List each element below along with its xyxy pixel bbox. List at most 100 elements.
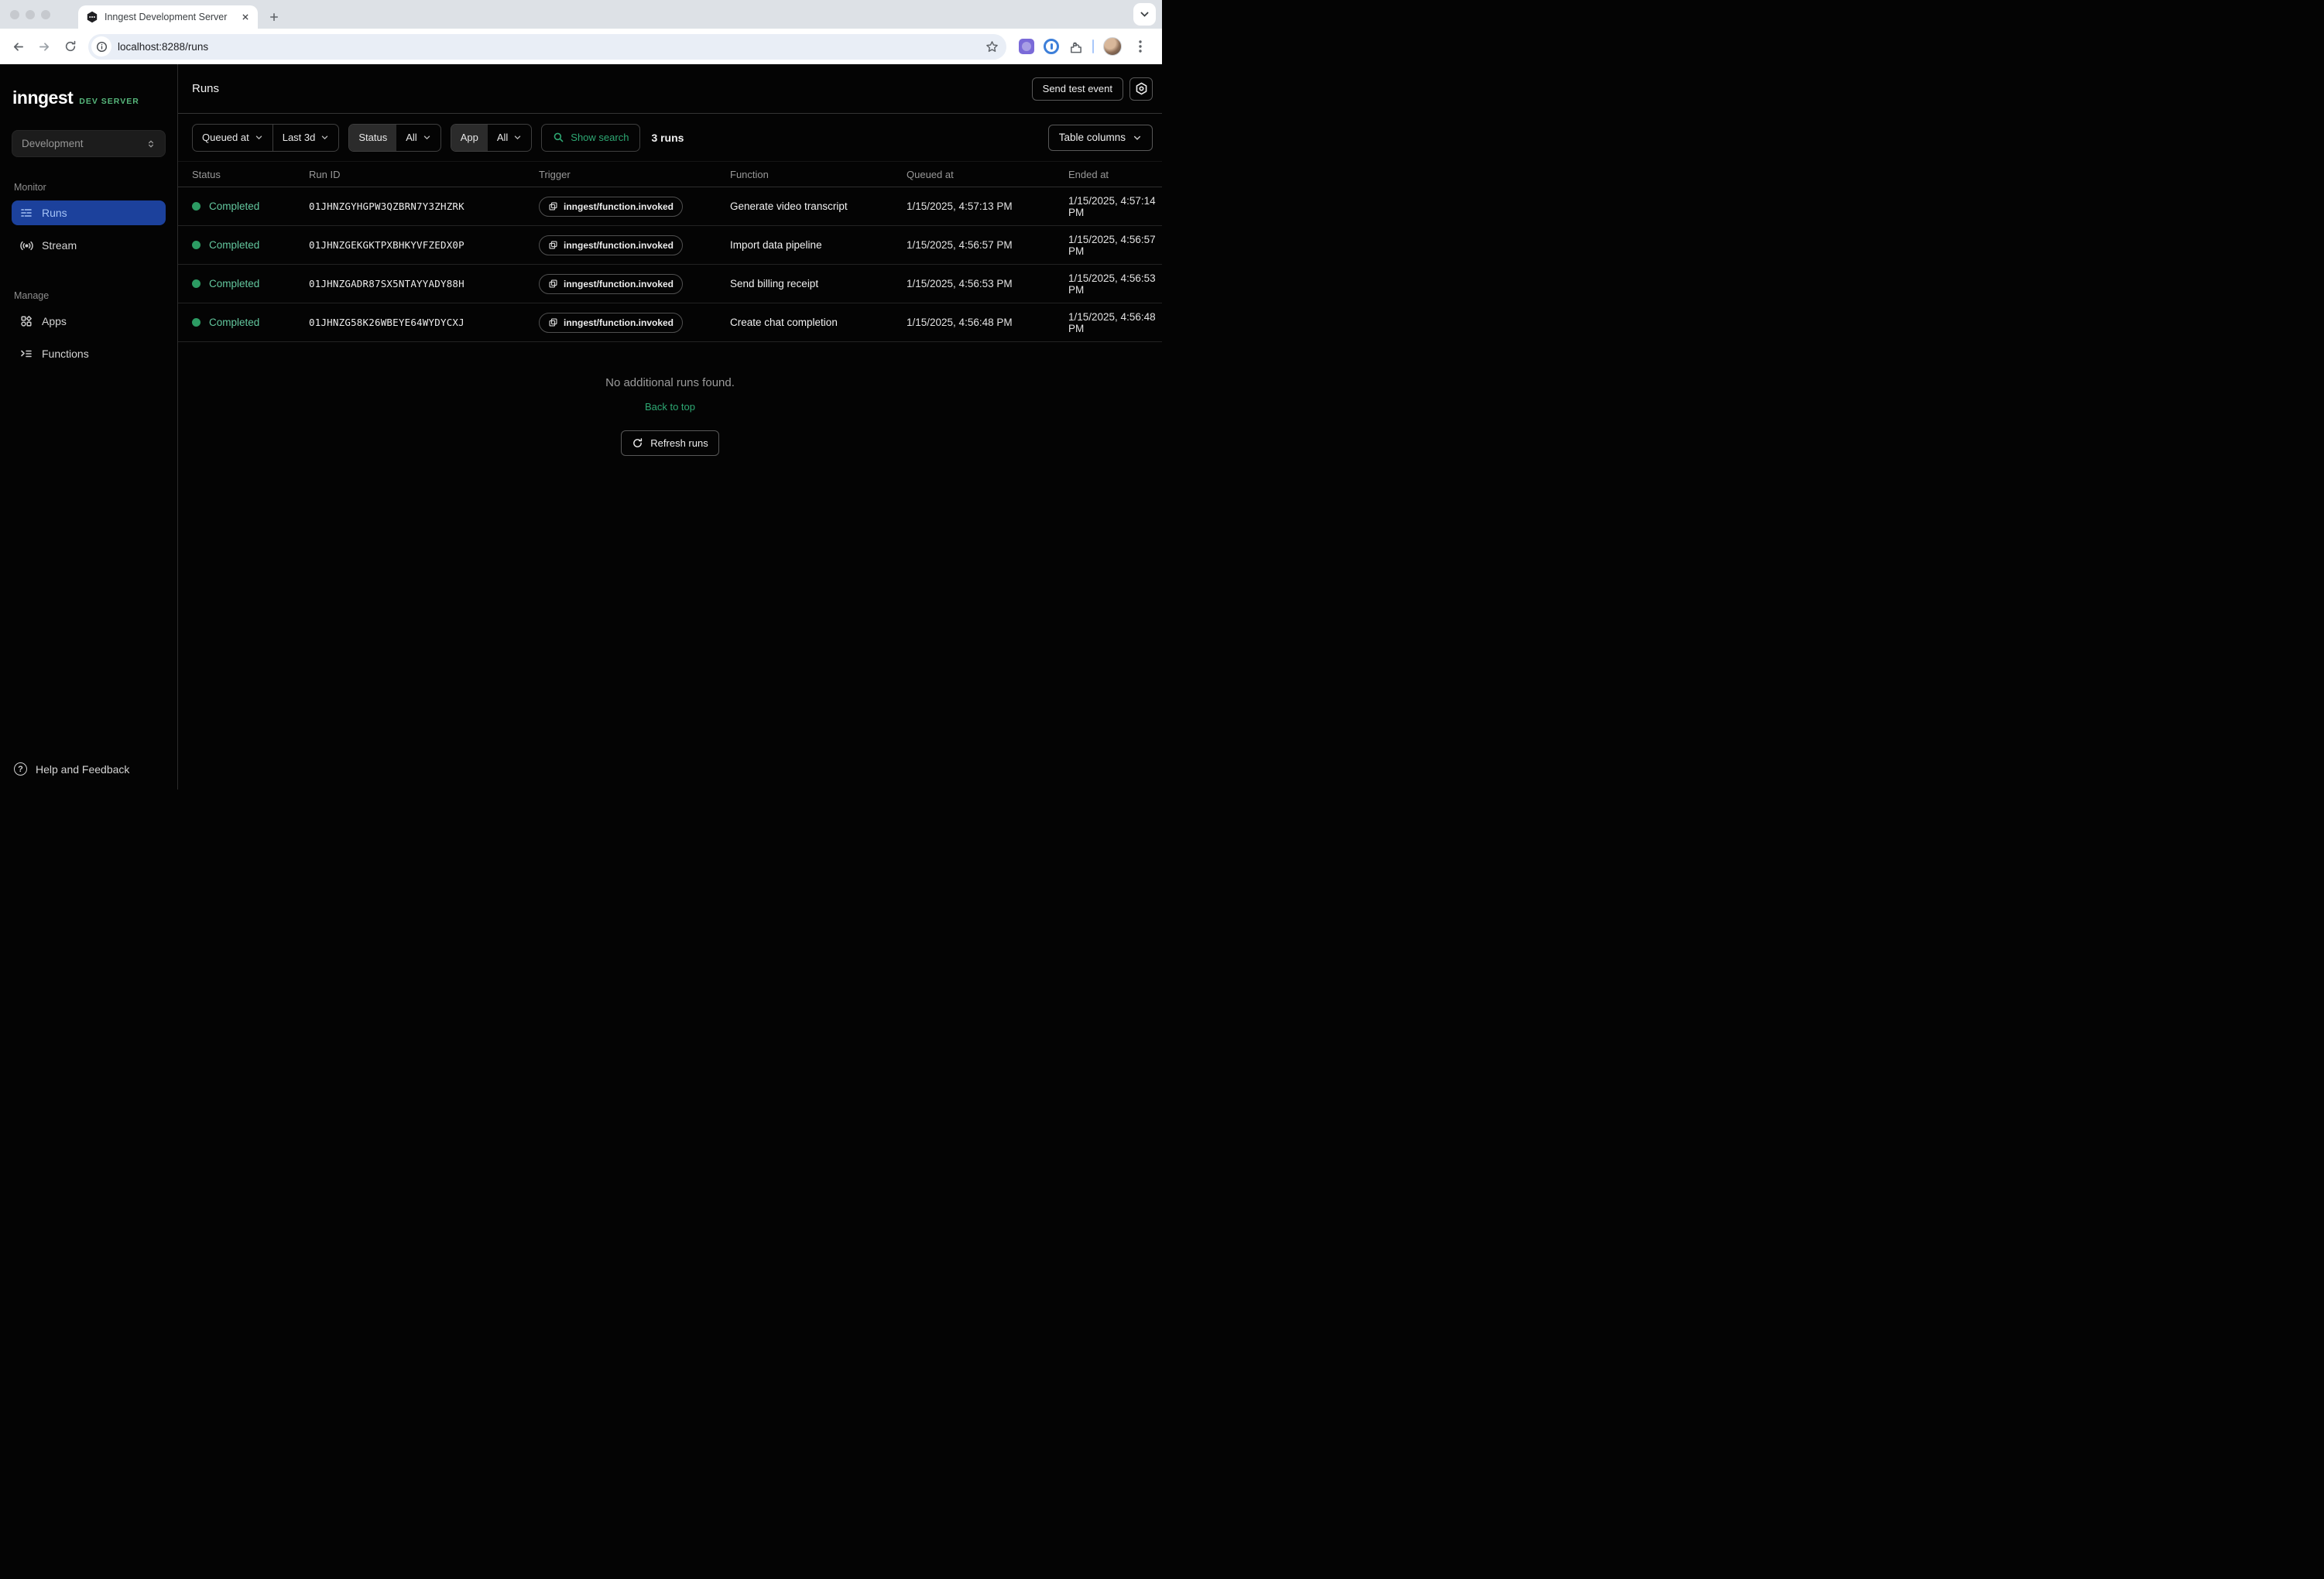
status-badge: Completed bbox=[209, 239, 259, 251]
status-badge: Completed bbox=[209, 278, 259, 289]
sidebar-item-runs[interactable]: Runs bbox=[12, 200, 166, 225]
trigger-name: inngest/function.invoked bbox=[564, 279, 674, 289]
table-row[interactable]: Completed 01JHNZG58K26WBEYE64WYDYCXJ inn… bbox=[178, 303, 1162, 342]
app-filter-value: All bbox=[497, 132, 508, 143]
trigger-badge[interactable]: inngest/function.invoked bbox=[539, 313, 683, 333]
column-header-run-id: Run ID bbox=[309, 169, 539, 180]
refresh-runs-button[interactable]: Refresh runs bbox=[621, 430, 718, 456]
trigger-badge[interactable]: inngest/function.invoked bbox=[539, 235, 683, 255]
password-manager-icon[interactable] bbox=[1044, 39, 1059, 54]
time-filter[interactable]: Queued at Last 3d bbox=[192, 124, 339, 152]
window-close-button[interactable] bbox=[10, 10, 19, 19]
site-info-icon[interactable] bbox=[91, 36, 111, 57]
run-count: 3 runs bbox=[651, 132, 684, 144]
refresh-icon bbox=[632, 437, 643, 449]
page-header: Runs Send test event bbox=[178, 64, 1162, 114]
bookmark-star-icon[interactable] bbox=[985, 40, 999, 53]
help-and-feedback[interactable]: Help and Feedback bbox=[12, 762, 166, 776]
inngest-logo: inngest bbox=[12, 87, 73, 108]
chevron-down-icon bbox=[513, 133, 522, 142]
status-filter-dropdown[interactable]: All bbox=[396, 125, 440, 151]
reload-button[interactable] bbox=[59, 35, 82, 58]
trigger-badge[interactable]: inngest/function.invoked bbox=[539, 274, 683, 294]
app-filter-dropdown[interactable]: All bbox=[488, 125, 531, 151]
ended-at-timestamp: 1/15/2025, 4:56:57 PM bbox=[1068, 234, 1162, 257]
show-search-button[interactable]: Show search bbox=[541, 124, 640, 152]
extension-icons bbox=[1014, 37, 1154, 56]
run-id[interactable]: 01JHNZGEKGKTPXBHKYVFZEDX0P bbox=[309, 239, 539, 251]
chevrons-updown-icon bbox=[146, 139, 156, 149]
sidebar-item-stream[interactable]: Stream bbox=[12, 233, 166, 258]
run-id[interactable]: 01JHNZG58K26WBEYE64WYDYCXJ bbox=[309, 317, 539, 328]
browser-menu-icon[interactable] bbox=[1131, 40, 1150, 53]
window-minimize-button[interactable] bbox=[26, 10, 35, 19]
status-dot-completed bbox=[192, 241, 201, 249]
status-badge: Completed bbox=[209, 317, 259, 328]
run-id[interactable]: 01JHNZGADR87SX5NTAYYADY88H bbox=[309, 278, 539, 289]
status-filter[interactable]: Status All bbox=[348, 124, 440, 152]
ended-at-timestamp: 1/15/2025, 4:56:53 PM bbox=[1068, 272, 1162, 296]
extension-icon-purple[interactable] bbox=[1019, 39, 1034, 54]
copy-icon bbox=[548, 240, 558, 250]
manage-section-label: Manage bbox=[12, 286, 166, 309]
functions-icon bbox=[20, 348, 33, 360]
time-field-label: Queued at bbox=[202, 132, 249, 143]
trigger-badge[interactable]: inngest/function.invoked bbox=[539, 197, 683, 217]
status-filter-label: Status bbox=[349, 125, 396, 151]
app-filter-label: App bbox=[451, 125, 488, 151]
send-test-event-button[interactable]: Send test event bbox=[1032, 77, 1123, 101]
sidebar-item-label: Apps bbox=[42, 315, 67, 327]
settings-gear-button[interactable] bbox=[1129, 77, 1153, 101]
forward-button[interactable] bbox=[33, 35, 56, 58]
url-text[interactable]: localhost:8288/runs bbox=[118, 41, 985, 53]
tab-close-icon[interactable] bbox=[239, 11, 252, 23]
sidebar-section-monitor: Monitor Runs Stream bbox=[12, 177, 166, 265]
extensions-puzzle-icon[interactable] bbox=[1068, 39, 1083, 54]
column-header-trigger: Trigger bbox=[539, 169, 730, 180]
help-label: Help and Feedback bbox=[36, 763, 129, 776]
back-to-top-link[interactable]: Back to top bbox=[645, 401, 695, 413]
sidebar-item-label: Stream bbox=[42, 239, 77, 252]
environment-selector[interactable]: Development bbox=[12, 130, 166, 157]
queued-at-timestamp: 1/15/2025, 4:56:48 PM bbox=[907, 317, 1068, 328]
logo-row: inngest DEV SERVER bbox=[12, 87, 166, 108]
status-filter-value: All bbox=[406, 132, 416, 143]
app-filter[interactable]: App All bbox=[451, 124, 533, 152]
time-field-dropdown[interactable]: Queued at bbox=[193, 125, 273, 151]
browser-tab-strip: Inngest Development Server bbox=[0, 0, 1162, 29]
window-zoom-button[interactable] bbox=[41, 10, 50, 19]
browser-tab[interactable]: Inngest Development Server bbox=[78, 5, 258, 29]
function-name[interactable]: Generate video transcript bbox=[730, 200, 907, 212]
copy-icon bbox=[548, 201, 558, 211]
main-content: Runs Send test event Queued at Last 3d S… bbox=[178, 64, 1162, 790]
function-name[interactable]: Import data pipeline bbox=[730, 239, 907, 251]
help-icon bbox=[14, 762, 27, 776]
back-button[interactable] bbox=[6, 35, 29, 58]
search-icon bbox=[553, 132, 564, 143]
table-row[interactable]: Completed 01JHNZGYHGPW3QZBRN7Y3ZHZRK inn… bbox=[178, 187, 1162, 226]
ended-at-timestamp: 1/15/2025, 4:57:14 PM bbox=[1068, 195, 1162, 218]
table-columns-label: Table columns bbox=[1059, 132, 1126, 143]
tab-search-button[interactable] bbox=[1133, 3, 1156, 26]
time-range-dropdown[interactable]: Last 3d bbox=[273, 125, 339, 151]
window-controls[interactable] bbox=[0, 0, 61, 29]
table-columns-button[interactable]: Table columns bbox=[1048, 125, 1153, 151]
function-name[interactable]: Create chat completion bbox=[730, 317, 907, 328]
profile-avatar[interactable] bbox=[1103, 37, 1122, 56]
apps-grid-icon bbox=[20, 315, 33, 327]
empty-state: No additional runs found. Back to top Re… bbox=[178, 342, 1162, 456]
table-row[interactable]: Completed 01JHNZGADR87SX5NTAYYADY88H inn… bbox=[178, 265, 1162, 303]
sidebar-item-functions[interactable]: Functions bbox=[12, 341, 166, 366]
sidebar-section-manage: Manage Apps Functions bbox=[12, 286, 166, 374]
copy-icon bbox=[548, 279, 558, 289]
new-tab-button[interactable] bbox=[264, 7, 284, 27]
status-dot-completed bbox=[192, 318, 201, 327]
run-id[interactable]: 01JHNZGYHGPW3QZBRN7Y3ZHZRK bbox=[309, 200, 539, 212]
table-row[interactable]: Completed 01JHNZGEKGKTPXBHKYVFZEDX0P inn… bbox=[178, 226, 1162, 265]
sidebar-item-apps[interactable]: Apps bbox=[12, 309, 166, 334]
function-name[interactable]: Send billing receipt bbox=[730, 278, 907, 289]
runs-list-icon bbox=[20, 207, 33, 219]
url-bar[interactable]: localhost:8288/runs bbox=[88, 34, 1006, 60]
chevron-down-icon bbox=[255, 133, 263, 142]
trigger-name: inngest/function.invoked bbox=[564, 240, 674, 251]
